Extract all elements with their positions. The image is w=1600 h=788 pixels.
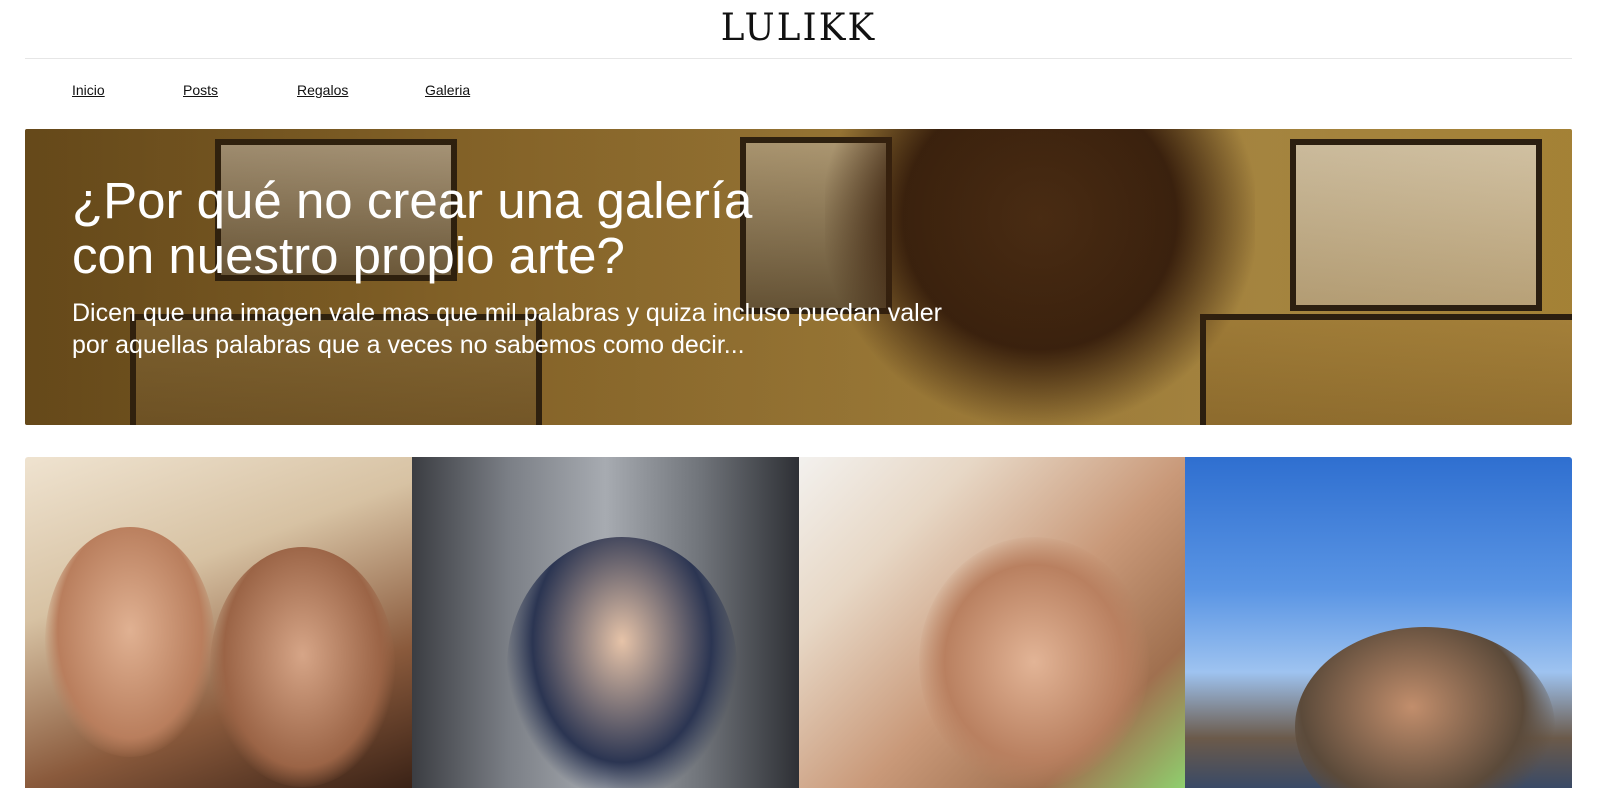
photo-gallery: [25, 457, 1572, 788]
gallery-photo-portrait-lying[interactable]: [798, 457, 1186, 788]
gallery-photo-elevator-mirror[interactable]: [411, 457, 799, 788]
site-header: LULIKK: [25, 0, 1572, 59]
photo-couple: [1295, 627, 1556, 788]
photo-face: [918, 537, 1149, 787]
site-logo[interactable]: LULIKK: [0, 6, 1600, 50]
nav-item-inicio[interactable]: Inicio: [72, 82, 105, 98]
photo-face-left: [45, 527, 215, 757]
hero-banner[interactable]: ¿Por qué no crear una galería con nuestr…: [25, 129, 1572, 425]
hero-title: ¿Por qué no crear una galería con nuestr…: [72, 172, 753, 284]
nav-item-regalos[interactable]: Regalos: [297, 82, 348, 98]
photo-figure: [506, 537, 737, 788]
photo-face-right: [210, 547, 395, 787]
gallery-photo-sky-couple[interactable]: [1185, 457, 1572, 788]
nav-item-galeria[interactable]: Galeria: [425, 82, 470, 98]
nav-item-posts[interactable]: Posts: [183, 82, 218, 98]
gallery-photo-couple-selfie[interactable]: [25, 457, 412, 788]
hero-subtitle: Dicen que una imagen vale mas que mil pa…: [72, 299, 942, 359]
